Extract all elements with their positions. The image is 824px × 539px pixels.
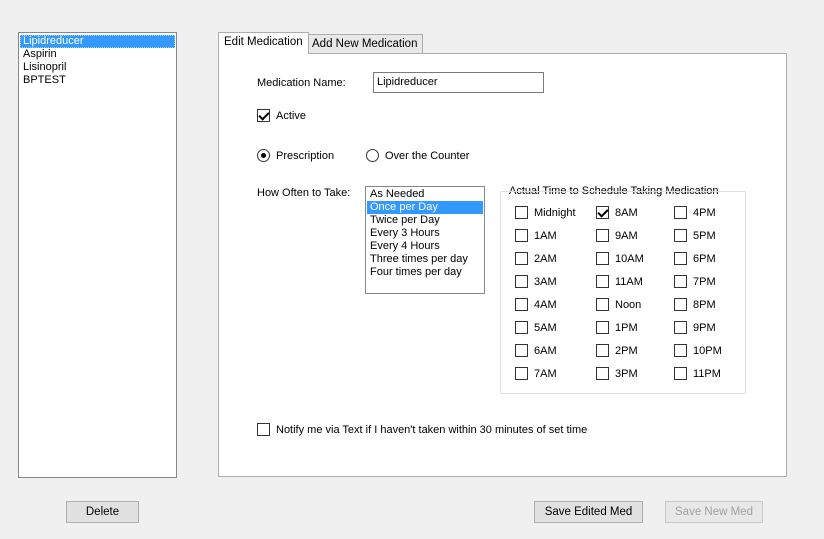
time-label: 11AM	[615, 276, 643, 288]
frequency-list[interactable]: As Needed Once per Day Twice per Day Eve…	[365, 186, 485, 294]
frequency-option[interactable]: Four times per day	[367, 266, 483, 279]
medication-list[interactable]: Lipidreducer Aspirin Lisinopril BPTEST	[18, 32, 177, 478]
time-checkbox[interactable]	[674, 367, 687, 380]
frequency-option[interactable]: Every 3 Hours	[367, 227, 483, 240]
time-checkbox[interactable]	[596, 229, 609, 242]
time-label: 2AM	[534, 253, 557, 265]
time-checkbox[interactable]	[515, 229, 528, 242]
time-checkbox[interactable]	[596, 344, 609, 357]
tab-edit-medication[interactable]: Edit Medication	[218, 32, 309, 54]
time-checkbox[interactable]	[515, 321, 528, 334]
time-label: 9PM	[693, 322, 716, 334]
time-label: 8AM	[615, 207, 638, 219]
over-the-counter-radio[interactable]	[366, 149, 379, 162]
time-label: 3PM	[615, 368, 638, 380]
medication-list-item[interactable]: Lisinopril	[20, 61, 175, 74]
notify-label: Notify me via Text if I haven't taken wi…	[276, 424, 588, 436]
time-label: 8PM	[693, 299, 716, 311]
time-label: 6PM	[693, 253, 716, 265]
time-label: 4AM	[534, 299, 557, 311]
time-label: Noon	[615, 299, 642, 311]
time-checkbox[interactable]	[515, 367, 528, 380]
tab-add-new-medication[interactable]: Add New Medication	[306, 34, 424, 54]
frequency-option[interactable]: Once per Day	[367, 201, 483, 214]
notify-checkbox[interactable]	[257, 423, 270, 436]
frequency-option[interactable]: Three times per day	[367, 253, 483, 266]
time-label: 10AM	[615, 253, 644, 265]
medication-list-item[interactable]: BPTEST	[20, 74, 175, 87]
time-label: 9AM	[615, 230, 638, 242]
time-checkbox[interactable]	[674, 229, 687, 242]
time-label: 5PM	[693, 230, 716, 242]
time-checkbox[interactable]	[674, 321, 687, 334]
active-label: Active	[276, 110, 306, 122]
time-label: 5AM	[534, 322, 557, 334]
time-label: 3AM	[534, 276, 557, 288]
time-label: 6AM	[534, 345, 557, 357]
time-checkbox[interactable]	[674, 298, 687, 311]
time-checkbox[interactable]	[596, 275, 609, 288]
medication-name-input[interactable]: Lipidreducer	[373, 72, 544, 93]
time-label: Midnight	[534, 207, 576, 219]
time-checkbox[interactable]	[596, 367, 609, 380]
time-label: 11PM	[693, 368, 721, 380]
time-checkbox[interactable]	[596, 321, 609, 334]
frequency-option[interactable]: Every 4 Hours	[367, 240, 483, 253]
time-checkbox[interactable]	[515, 298, 528, 311]
time-checkbox[interactable]	[674, 344, 687, 357]
over-the-counter-label: Over the Counter	[385, 150, 470, 162]
frequency-option[interactable]: As Needed	[367, 188, 483, 201]
time-label: 2PM	[615, 345, 638, 357]
medication-name-label: Medication Name:	[257, 77, 346, 89]
time-checkbox[interactable]	[596, 252, 609, 265]
time-label: 1PM	[615, 322, 638, 334]
time-label: 7AM	[534, 368, 557, 380]
medication-list-item[interactable]: Lipidreducer	[20, 35, 175, 48]
how-often-label: How Often to Take:	[257, 187, 351, 199]
save-edited-med-button[interactable]: Save Edited Med	[534, 501, 643, 523]
prescription-label: Prescription	[276, 150, 335, 162]
schedule-group	[500, 191, 746, 394]
time-label: 4PM	[693, 207, 716, 219]
time-checkbox[interactable]	[674, 206, 687, 219]
prescription-radio[interactable]	[257, 149, 270, 162]
time-checkbox[interactable]	[515, 344, 528, 357]
time-checkbox[interactable]	[515, 275, 528, 288]
delete-button[interactable]: Delete	[66, 501, 139, 523]
save-new-med-button[interactable]: Save New Med	[665, 501, 763, 523]
time-checkbox[interactable]	[515, 252, 528, 265]
frequency-option[interactable]: Twice per Day	[367, 214, 483, 227]
time-checkbox[interactable]	[515, 206, 528, 219]
time-label: 7PM	[693, 276, 716, 288]
time-checkbox[interactable]	[596, 298, 609, 311]
time-label: 10PM	[693, 345, 722, 357]
time-label: 1AM	[534, 230, 557, 242]
time-checkbox[interactable]	[674, 252, 687, 265]
time-checkbox[interactable]	[596, 206, 609, 219]
active-checkbox[interactable]	[257, 109, 270, 122]
time-checkbox[interactable]	[674, 275, 687, 288]
medication-list-item[interactable]: Aspirin	[20, 48, 175, 61]
